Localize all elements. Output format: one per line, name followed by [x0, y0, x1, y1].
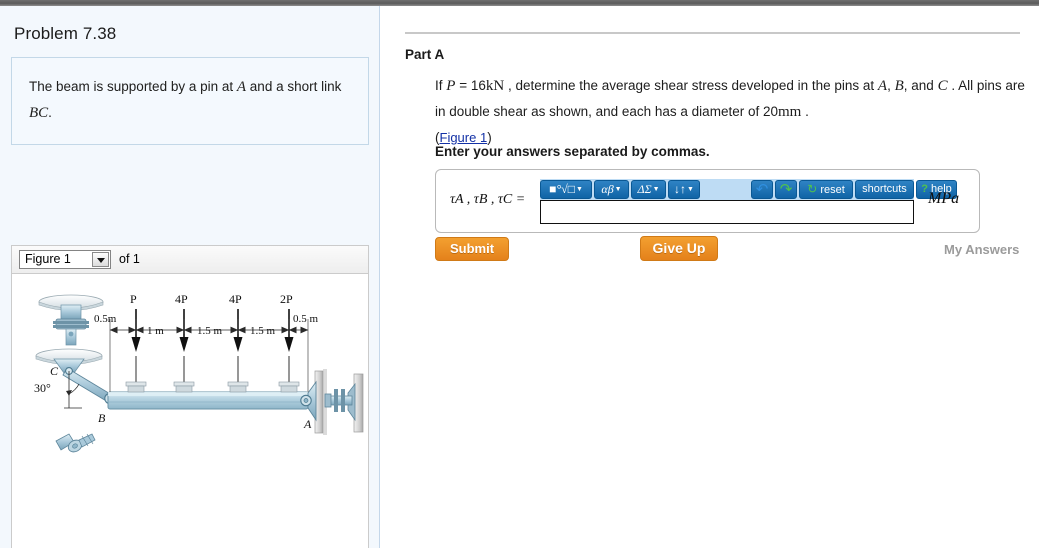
- redo-button[interactable]: ↷: [775, 180, 797, 199]
- answer-widget: τA , τB , τC = ■°√□▼ αβ▼ ΔΣ▼ ↓↑▼ ↶ ↷ ↻ r…: [435, 169, 980, 233]
- figure-panel: Figure 1 of 1 30° P 4P 4P 2P 0.5m 1 m 1.…: [11, 245, 369, 548]
- statement-var-bc: BC: [29, 105, 49, 121]
- statement-part-1: The beam is supported by a pin at: [29, 79, 237, 94]
- short-link-bc: [62, 367, 116, 405]
- load-arrow-4: 2P: [278, 292, 300, 393]
- undo-button[interactable]: ↶: [751, 180, 773, 199]
- point-label-c: C: [50, 364, 59, 378]
- greek-menu-button[interactable]: αβ▼: [594, 180, 629, 199]
- q-var-b: B: [894, 78, 904, 94]
- section-divider: [405, 32, 1020, 34]
- q-unit-kn: kN: [485, 78, 505, 94]
- paren-close: ): [487, 130, 492, 145]
- dim-label-4: 1.5 m: [250, 325, 276, 337]
- chevron-down-icon[interactable]: [92, 252, 109, 267]
- dim-label-5: 0.5 m: [293, 313, 319, 325]
- load-label-1: P: [130, 292, 137, 306]
- q-fragment-2: = 16: [455, 78, 486, 93]
- angle-label: 30°: [34, 381, 51, 395]
- reset-icon: ↻: [807, 182, 818, 196]
- q-fragment-3: , determine the average shear stress dev…: [504, 78, 878, 93]
- load-arrow-3: 4P: [227, 292, 249, 393]
- statement-part-2: and a short link: [246, 79, 342, 94]
- problem-statement-text: The beam is supported by a pin at A and …: [29, 74, 354, 126]
- redo-icon: ↷: [779, 181, 793, 198]
- double-shear-detail: [324, 373, 364, 433]
- dim-label-3: 1.5 m: [197, 325, 223, 337]
- problem-panel: Problem 7.38 The beam is supported by a …: [0, 6, 380, 548]
- clevis-detail: [55, 433, 96, 453]
- load-label-3: 4P: [229, 292, 242, 306]
- dim-label-1: 0.5m: [94, 313, 117, 325]
- q-unit-mm: mm: [777, 104, 802, 120]
- page-root: Problem 7.38 The beam is supported by a …: [0, 0, 1039, 548]
- beam-body: [107, 391, 309, 410]
- q-fragment-1: If: [435, 78, 447, 93]
- load-arrow-1: P: [125, 292, 147, 393]
- symbols-menu-label: ΔΣ: [637, 182, 652, 196]
- q-var-c: C: [937, 78, 948, 94]
- dim-label-2: 1 m: [147, 325, 164, 337]
- chevron-down-icon: ▼: [575, 186, 583, 193]
- load-arrow-2: 4P: [173, 292, 195, 393]
- figure-image-area: 30° P 4P 4P 2P 0.5m 1 m 1.5 m 1.5 m 0.5 …: [12, 274, 368, 548]
- figure-toolbar: Figure 1 of 1: [12, 246, 368, 274]
- point-label-a: A: [303, 417, 312, 431]
- answer-variable-label: τA , τB , τC =: [450, 192, 526, 207]
- answer-panel: Part A If P = 16kN , determine the avera…: [381, 6, 1039, 548]
- reset-label: reset: [820, 184, 845, 196]
- page-title: Problem 7.38: [14, 24, 117, 43]
- load-label-2: 4P: [175, 292, 188, 306]
- give-up-button[interactable]: Give Up: [640, 236, 718, 261]
- shortcuts-label: shortcuts: [862, 183, 907, 195]
- statement-period: .: [48, 105, 52, 120]
- help-icon: ?: [921, 183, 928, 195]
- q-fragment-5: , and: [903, 78, 938, 93]
- template-menu-button[interactable]: ■°√□▼: [540, 180, 592, 199]
- problem-statement-box: The beam is supported by a pin at A and …: [11, 57, 369, 145]
- part-heading: Part A: [405, 47, 445, 62]
- chevron-down-icon: ▼: [687, 186, 694, 193]
- statement-var-a: A: [236, 79, 247, 95]
- answer-input[interactable]: [540, 200, 914, 224]
- load-arrows: P 4P 4P 2P: [125, 292, 300, 393]
- beam-diagram: 30° P 4P 4P 2P 0.5m 1 m 1.5 m 1.5 m 0.5 …: [34, 292, 364, 453]
- symbols-menu-button[interactable]: ΔΣ▼: [631, 180, 666, 199]
- figure-select-value: Figure 1: [25, 252, 71, 266]
- load-label-4: 2P: [280, 292, 293, 306]
- point-label-b: B: [98, 411, 106, 425]
- question-text: If P = 16kN , determine the average shea…: [435, 73, 1035, 149]
- dimension-labels: 0.5m 1 m 1.5 m 1.5 m 0.5 m: [94, 313, 319, 337]
- figure-count-label: of 1: [119, 252, 140, 266]
- my-answers-label[interactable]: My Answers: [944, 242, 1019, 257]
- chevron-down-icon: ▼: [614, 186, 622, 193]
- reset-button[interactable]: ↻ reset: [799, 180, 853, 199]
- q-fragment-7: .: [801, 104, 809, 119]
- figure-select[interactable]: Figure 1: [19, 250, 111, 269]
- greek-menu-label: αβ: [601, 182, 614, 196]
- submit-button[interactable]: Submit: [435, 237, 509, 261]
- math-toolbar: ■°√□▼ αβ▼ ΔΣ▼ ↓↑▼ ↶ ↷ ↻ reset shortcuts …: [540, 179, 957, 200]
- chevron-down-icon: ▼: [652, 186, 660, 193]
- arrows-menu-label: ↓↑: [674, 182, 687, 196]
- instructions-text: Enter your answers separated by commas.: [435, 144, 710, 159]
- arrows-menu-button[interactable]: ↓↑▼: [668, 180, 700, 199]
- shortcuts-button[interactable]: shortcuts: [855, 180, 914, 199]
- template-menu-label: ■°√□: [549, 182, 575, 196]
- q-fragment-4: ,: [887, 78, 895, 93]
- answer-units-label: MPa: [928, 190, 960, 207]
- undo-icon: ↶: [755, 181, 769, 198]
- q-var-a: A: [877, 78, 888, 94]
- figure-1-link[interactable]: Figure 1: [440, 130, 488, 145]
